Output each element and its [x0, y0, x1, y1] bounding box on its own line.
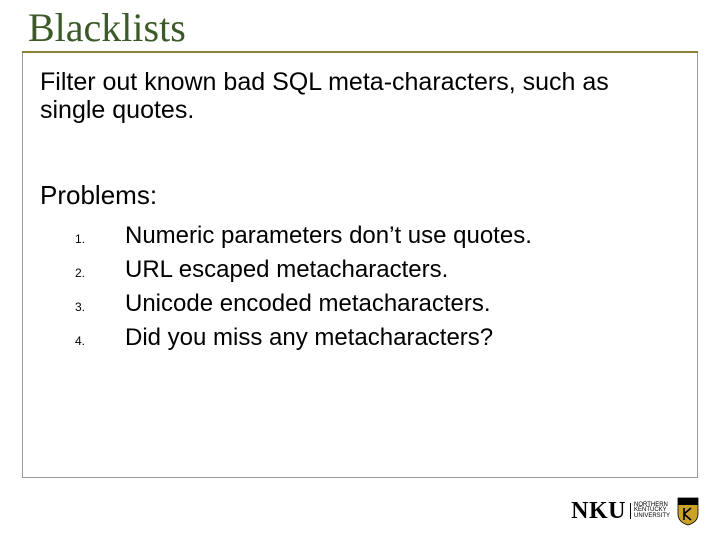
problems-heading: Problems:: [40, 180, 157, 211]
shield-icon: [676, 496, 700, 526]
item-number: 3.: [75, 300, 125, 314]
logo-initials: NKU: [571, 498, 626, 525]
item-text: Unicode encoded metacharacters.: [125, 290, 491, 318]
item-text: Numeric parameters don’t use quotes.: [125, 222, 532, 250]
slide-title: Blacklists: [28, 4, 692, 51]
list-item: 1. Numeric parameters don’t use quotes.: [75, 222, 532, 250]
nku-logo: NKU NORTHERN KENTUCKY UNIVERSITY: [571, 496, 700, 526]
item-number: 1.: [75, 232, 125, 246]
logo-text: NORTHERN KENTUCKY UNIVERSITY: [630, 503, 670, 518]
list-item: 2. URL escaped metacharacters.: [75, 256, 532, 284]
problems-list: 1. Numeric parameters don’t use quotes. …: [75, 222, 532, 358]
title-strip: Blacklists: [22, 0, 698, 53]
item-number: 2.: [75, 266, 125, 280]
item-text: URL escaped metacharacters.: [125, 256, 448, 284]
intro-text: Filter out known bad SQL meta-characters…: [40, 68, 640, 124]
list-item: 4. Did you miss any metacharacters?: [75, 324, 532, 352]
list-item: 3. Unicode encoded metacharacters.: [75, 290, 532, 318]
item-text: Did you miss any metacharacters?: [125, 324, 493, 352]
logo-line: UNIVERSITY: [634, 514, 670, 519]
item-number: 4.: [75, 334, 125, 348]
